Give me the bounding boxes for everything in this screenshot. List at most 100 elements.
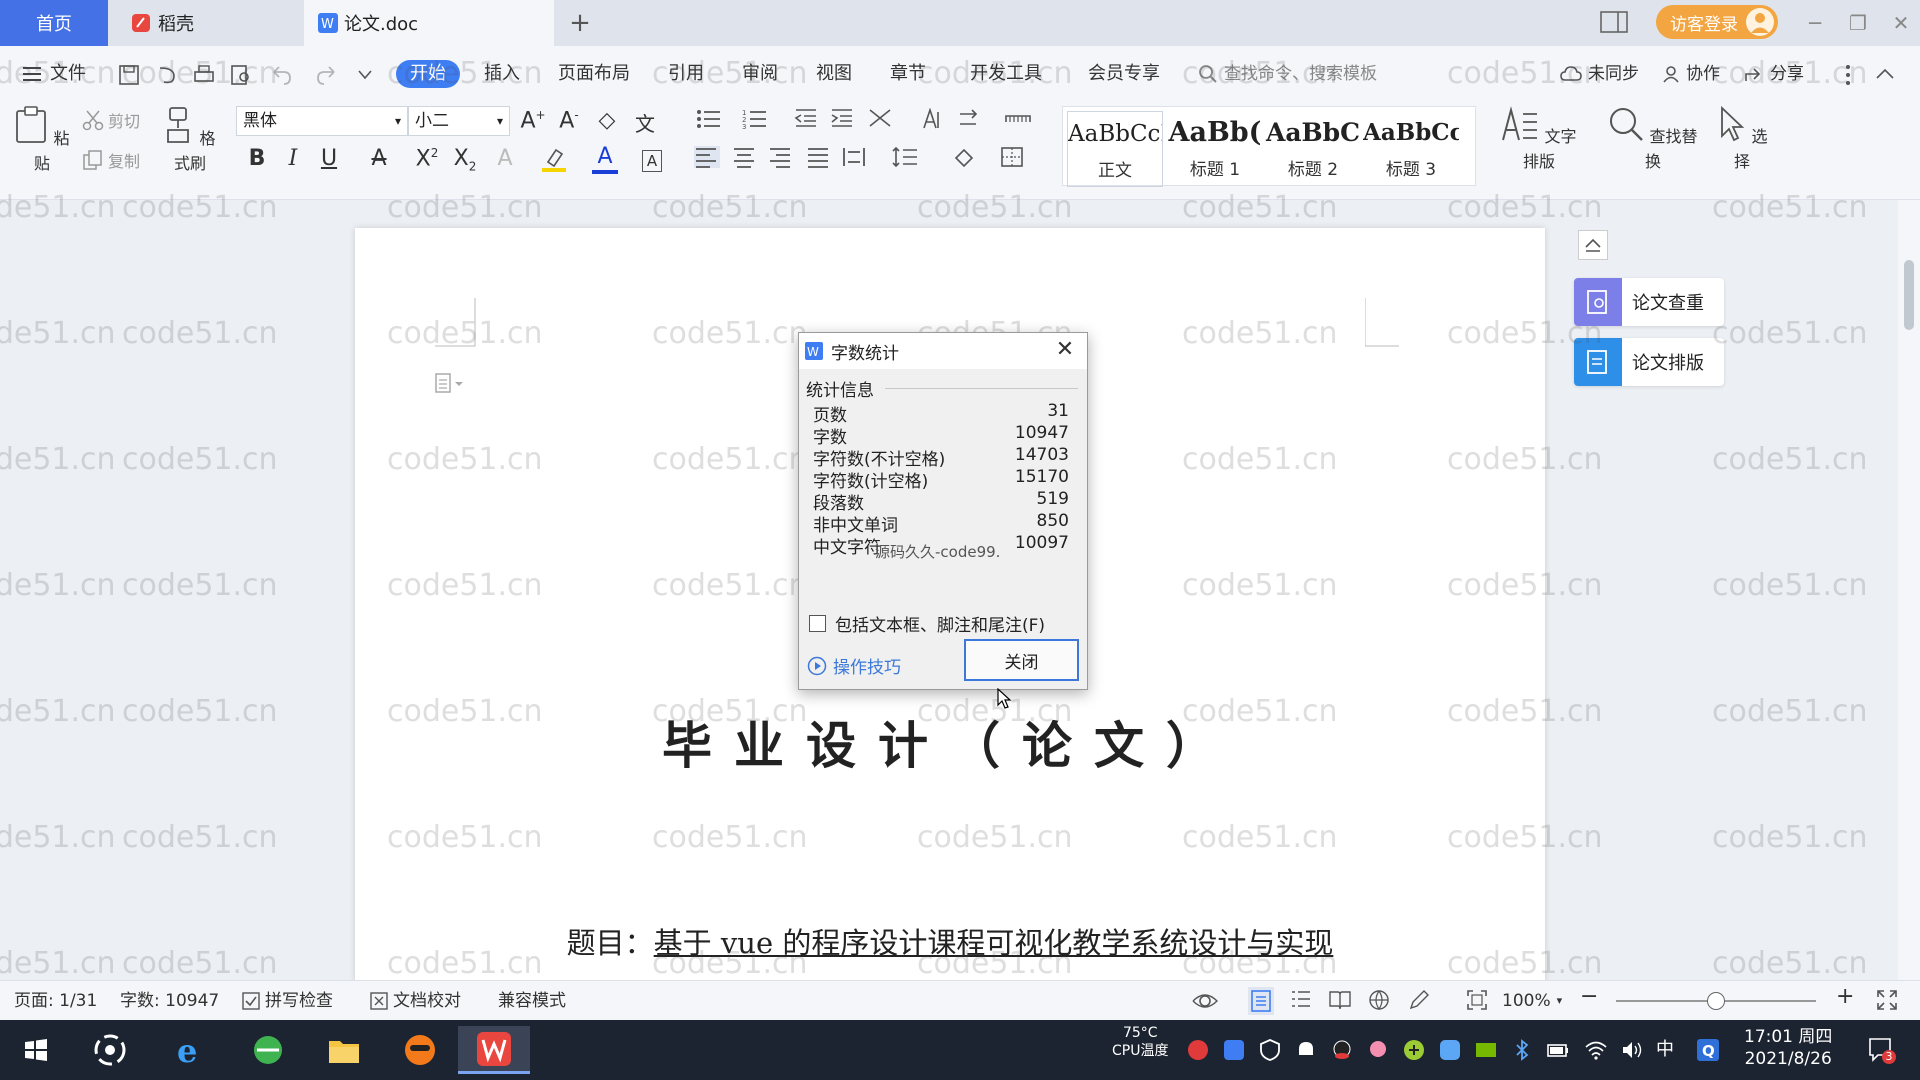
eye-protection-icon[interactable]	[1192, 989, 1218, 1013]
tray-app-icon[interactable]	[1222, 1038, 1246, 1062]
subscript-icon[interactable]: X2	[452, 146, 478, 173]
menu-chapter[interactable]: 章节	[890, 60, 926, 88]
redo-icon[interactable]	[316, 64, 338, 86]
tab-document[interactable]: W 论文.doc	[304, 0, 554, 46]
dialog-close-icon[interactable]: ✕	[1053, 339, 1077, 363]
phonetic-guide-icon[interactable]: 文	[632, 108, 658, 137]
undo-icon[interactable]	[270, 64, 292, 86]
more-icon[interactable]	[1845, 64, 1851, 86]
copy-button[interactable]: 复制	[82, 148, 140, 172]
chinese-layout-icon[interactable]	[868, 108, 894, 128]
reading-view-icon[interactable]	[1328, 989, 1352, 1011]
volume-icon[interactable]	[1620, 1038, 1644, 1062]
sync-button[interactable]: 未同步	[1560, 60, 1639, 88]
text-effect-icon[interactable]: A	[492, 146, 518, 171]
tray-green-icon[interactable]	[1402, 1038, 1426, 1062]
numbered-list-icon[interactable]: 123	[742, 108, 768, 130]
tray-qq-icon[interactable]	[1330, 1038, 1354, 1062]
style-normal[interactable]: AaBbCcI 正文	[1067, 111, 1163, 187]
line-spacing-icon[interactable]	[892, 146, 918, 168]
wifi-icon[interactable]	[1584, 1038, 1608, 1062]
chevron-down-icon[interactable]	[358, 68, 372, 80]
menu-page-layout[interactable]: 页面布局	[558, 60, 630, 88]
taskbar-wps[interactable]	[458, 1026, 530, 1074]
command-search[interactable]: 查找命令、搜索模板	[1198, 60, 1377, 88]
file-menu[interactable]: 文件	[22, 60, 86, 88]
collapse-panel-icon[interactable]	[1578, 230, 1608, 260]
new-tab-button[interactable]: +	[560, 0, 600, 46]
tips-link[interactable]: 操作技巧	[807, 653, 901, 678]
system-clock[interactable]: 17:01 周四 2021/8/26	[1744, 1026, 1832, 1070]
sort-icon[interactable]	[918, 108, 944, 130]
shield-icon[interactable]	[1258, 1038, 1282, 1062]
bullet-list-icon[interactable]	[696, 108, 722, 130]
menu-insert[interactable]: 插入	[484, 60, 520, 88]
char-border-icon[interactable]: A	[642, 150, 662, 172]
font-size-select[interactable]: 小二 ▾	[408, 106, 510, 136]
proofread-button[interactable]: 文档校对	[370, 990, 461, 1012]
thesis-layout-button[interactable]: 论文排版	[1574, 338, 1724, 386]
nvidia-icon[interactable]	[1474, 1038, 1498, 1062]
save-icon[interactable]	[118, 64, 140, 86]
font-color-icon[interactable]: A	[592, 146, 618, 174]
outline-view-icon[interactable]	[1290, 989, 1312, 1011]
scrollbar-thumb[interactable]	[1904, 260, 1914, 330]
zoom-slider[interactable]	[1616, 992, 1816, 1010]
clear-format-icon[interactable]: ◇	[594, 108, 620, 133]
align-right-icon[interactable]	[768, 146, 794, 168]
web-view-icon[interactable]	[1368, 989, 1390, 1011]
font-family-select[interactable]: 黑体 ▾	[236, 106, 408, 136]
taskbar-app-pinwheel[interactable]	[82, 1026, 138, 1074]
select-button[interactable]: 选择	[1712, 106, 1772, 172]
page-view-icon[interactable]	[1248, 987, 1274, 1015]
borders-icon[interactable]	[1000, 146, 1026, 168]
style-heading-1[interactable]: AaBb(标题 1	[1167, 111, 1263, 187]
page-indicator[interactable]: 页面: 1/31	[14, 990, 97, 1012]
decrease-indent-icon[interactable]	[794, 108, 820, 128]
checkbox-box[interactable]	[809, 615, 826, 632]
highlight-icon[interactable]	[542, 146, 568, 172]
write-mode-icon[interactable]	[1408, 989, 1430, 1011]
menu-member[interactable]: 会员专享	[1088, 60, 1160, 88]
bell-icon[interactable]	[1294, 1038, 1318, 1062]
tray-qq2-icon[interactable]	[1366, 1038, 1390, 1062]
window-layout-icon[interactable]	[1600, 10, 1628, 34]
fullscreen-icon[interactable]	[1876, 989, 1898, 1011]
increase-indent-icon[interactable]	[830, 108, 856, 128]
format-painter-button[interactable]: 格式刷	[160, 106, 220, 174]
paragraph-menu-icon[interactable]	[435, 372, 465, 394]
style-heading-3[interactable]: AaBbCcl 标题 3	[1363, 111, 1459, 187]
tab-home[interactable]: 首页	[0, 0, 108, 46]
cpu-temp-widget[interactable]: 75°C CPU温度	[1112, 1024, 1168, 1060]
menu-references[interactable]: 引用	[668, 60, 704, 88]
collab-button[interactable]: 协作	[1662, 60, 1720, 88]
dialog-title-bar[interactable]: W 字数统计 ✕	[799, 333, 1087, 369]
zoom-slider-thumb[interactable]	[1707, 992, 1725, 1010]
menu-review[interactable]: 审阅	[742, 60, 778, 88]
superscript-icon[interactable]: X2	[414, 146, 440, 171]
dialog-close-button[interactable]: 关闭	[964, 639, 1079, 681]
taskbar-browser[interactable]	[240, 1026, 296, 1074]
show-marks-icon[interactable]	[1004, 108, 1031, 128]
text-layout-button[interactable]: 文字排版	[1496, 106, 1582, 172]
taskbar-recorder[interactable]	[392, 1026, 448, 1074]
tray-q-icon[interactable]: Q	[1696, 1038, 1720, 1062]
battery-icon[interactable]	[1546, 1038, 1570, 1062]
cut-button[interactable]: 剪切	[82, 108, 140, 132]
export-icon[interactable]	[156, 64, 178, 86]
start-button[interactable]	[8, 1026, 64, 1074]
fit-page-icon[interactable]	[1466, 989, 1488, 1011]
collapse-ribbon-icon[interactable]	[1876, 68, 1894, 80]
taskbar-ie[interactable]: e	[162, 1026, 218, 1074]
underline-icon[interactable]: U	[316, 146, 342, 171]
text-direction-icon[interactable]	[956, 108, 982, 130]
bold-icon[interactable]: B	[244, 146, 270, 171]
word-count-indicator[interactable]: 字数: 10947	[120, 990, 219, 1012]
justify-icon[interactable]	[806, 146, 832, 168]
close-window-icon[interactable]: ✕	[1886, 8, 1916, 38]
distributed-align-icon[interactable]	[842, 146, 868, 168]
align-left-icon[interactable]	[694, 146, 720, 168]
guest-login-button[interactable]: 访客登录	[1656, 5, 1778, 39]
ime-indicator[interactable]: 中	[1656, 1038, 1680, 1062]
print-icon[interactable]	[193, 64, 215, 86]
